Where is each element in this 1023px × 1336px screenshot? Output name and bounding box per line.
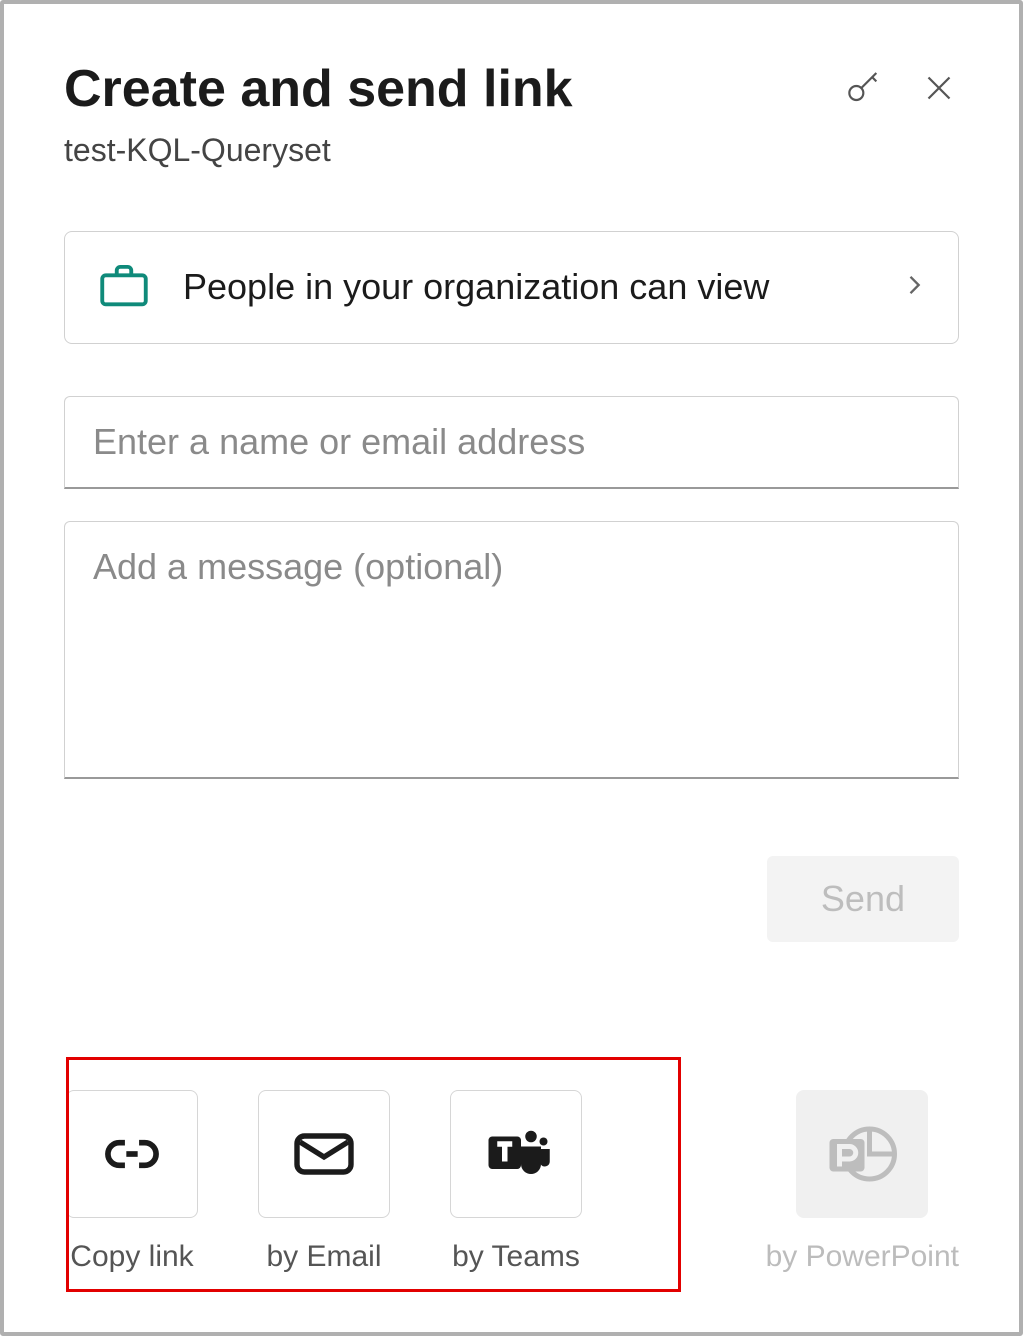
by-email-label: by Email: [266, 1240, 381, 1274]
queryset-name: test-KQL-Queryset: [64, 132, 843, 169]
recipient-input[interactable]: [64, 396, 959, 489]
link-icon: [66, 1090, 198, 1218]
permission-text: People in your organization can view: [183, 263, 870, 312]
copy-link-option[interactable]: Copy link: [66, 1090, 198, 1274]
mail-icon: [258, 1090, 390, 1218]
send-row: Send: [64, 856, 959, 942]
share-dialog: Create and send link test-KQL-Queryset: [0, 0, 1023, 1336]
header-text-block: Create and send link test-KQL-Queryset: [64, 60, 843, 169]
message-input[interactable]: [64, 521, 959, 779]
send-button[interactable]: Send: [767, 856, 959, 942]
dialog-title: Create and send link: [64, 60, 843, 120]
header-icons: [843, 60, 959, 108]
by-email-option[interactable]: by Email: [258, 1090, 390, 1274]
share-options: Copy link by Email: [66, 1090, 959, 1274]
dialog-header: Create and send link test-KQL-Queryset: [64, 60, 959, 169]
key-icon[interactable]: [843, 68, 883, 108]
by-teams-label: by Teams: [452, 1240, 580, 1274]
by-teams-option[interactable]: by Teams: [450, 1090, 582, 1274]
copy-link-label: Copy link: [70, 1240, 193, 1274]
permission-selector[interactable]: People in your organization can view: [64, 231, 959, 344]
close-icon[interactable]: [919, 68, 959, 108]
teams-icon: [450, 1090, 582, 1218]
by-powerpoint-label: by PowerPoint: [766, 1240, 959, 1274]
by-powerpoint-option[interactable]: by PowerPoint: [766, 1090, 959, 1274]
chevron-right-icon: [900, 271, 928, 304]
briefcase-icon: [95, 256, 153, 319]
powerpoint-icon: [796, 1090, 928, 1218]
